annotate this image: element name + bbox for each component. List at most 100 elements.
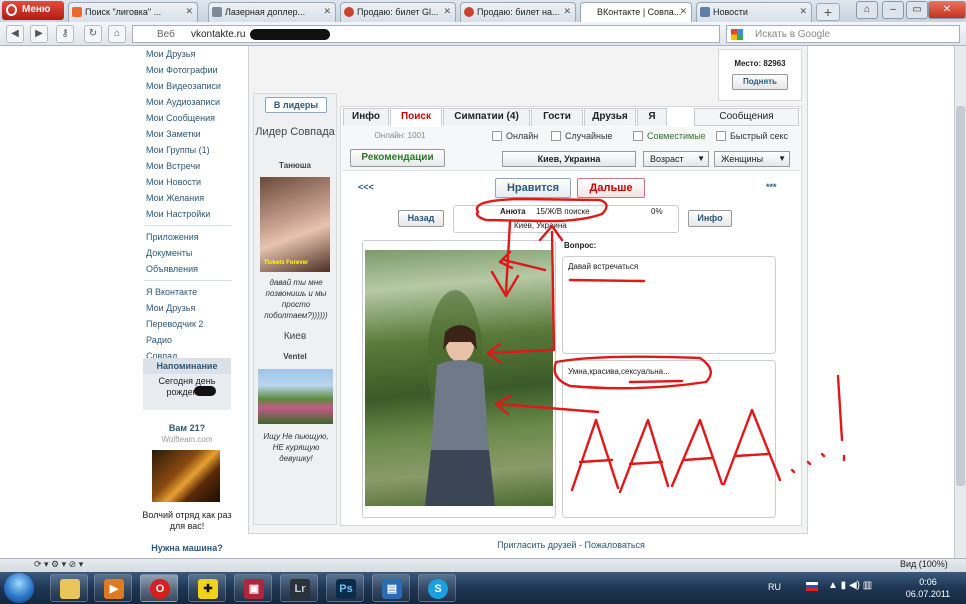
nav-my-groups[interactable]: Мои Группы (1) <box>140 142 232 158</box>
tab-news[interactable]: Новости ✕ <box>696 2 812 22</box>
close-tab-icon[interactable]: ✕ <box>443 6 451 17</box>
taskbar-skype[interactable]: S <box>418 574 456 602</box>
tab-ticket-2[interactable]: Продаю: билет на... ✕ <box>460 2 576 22</box>
nav-translator[interactable]: Переводчик 2 <box>140 316 232 332</box>
tab-friends[interactable]: Друзья <box>584 108 636 126</box>
next-link[interactable]: *** <box>766 182 777 192</box>
city-select[interactable]: Киев, Украина <box>502 151 636 167</box>
ad-text[interactable]: Волчий отряд как раз для вас! <box>140 510 234 532</box>
tab-info[interactable]: Инфо <box>343 108 389 126</box>
nav-my-events[interactable]: Мои Встречи <box>140 158 232 174</box>
taskbar-save-app[interactable]: ▣ <box>234 574 272 602</box>
age-select[interactable]: Возраст ▼ <box>643 151 709 167</box>
scrollbar-thumb[interactable] <box>956 106 965 486</box>
like-button[interactable]: Нравится <box>495 178 571 198</box>
tab-sympathies[interactable]: Симпатии (4) <box>443 108 530 126</box>
google-search-input[interactable]: Искать в Google <box>726 25 960 43</box>
nav-my-videos[interactable]: Мои Видеозаписи <box>140 78 232 94</box>
start-button[interactable] <box>4 573 34 603</box>
nav-radio[interactable]: Радио <box>140 332 232 348</box>
ad-image[interactable] <box>152 450 220 502</box>
close-tab-icon[interactable]: ✕ <box>563 6 571 17</box>
new-tab-button[interactable]: + <box>816 3 840 21</box>
nav-me-vkontakte[interactable]: Я Вконтакте <box>140 284 232 300</box>
nav-my-photos[interactable]: Мои Фотографии <box>140 62 232 78</box>
close-tab-icon[interactable]: ✕ <box>679 6 687 17</box>
quick-sex-checkbox[interactable] <box>716 131 726 141</box>
nav-my-notes[interactable]: Мои Заметки <box>140 126 232 142</box>
ad-title[interactable]: Вам 21? <box>143 423 231 433</box>
tab-search-ligovka[interactable]: Поиск "лиговка" ... ✕ <box>68 2 198 22</box>
compatible-checkbox[interactable] <box>633 131 643 141</box>
vertical-scrollbar[interactable] <box>954 46 966 558</box>
to-leaders-button[interactable]: В лидеры <box>265 97 327 113</box>
ad-block[interactable]: Вам 21? Wolfteam.com <box>143 423 231 444</box>
language-indicator[interactable]: RU <box>768 582 781 592</box>
tab-me[interactable]: Я <box>637 108 667 126</box>
home-icon[interactable]: ⌂ <box>108 25 126 43</box>
opera-menu-button[interactable]: Меню <box>2 1 64 20</box>
nav-my-messages[interactable]: Мои Сообщения <box>140 110 232 126</box>
report-link[interactable]: Пожаловаться <box>585 540 645 550</box>
raise-button[interactable]: Поднять <box>732 74 788 90</box>
taskbar-lightroom[interactable]: Lr <box>280 574 318 602</box>
info-button[interactable]: Инфо <box>688 210 732 227</box>
taskbar-app-yellow[interactable]: ✚ <box>188 574 226 602</box>
key-icon[interactable]: ⚷ <box>56 25 74 43</box>
profile-name[interactable]: Анюта <box>500 207 526 216</box>
back-arrow-icon[interactable]: ◀ <box>6 25 24 43</box>
prev-link[interactable]: <<< <box>358 182 374 192</box>
taskbar-photoshop[interactable]: Ps <box>326 574 364 602</box>
gender-select[interactable]: Женщины ▼ <box>714 151 790 167</box>
random-checkbox[interactable] <box>551 131 561 141</box>
nav-ads[interactable]: Объявления <box>140 261 232 277</box>
taskbar-opera[interactable]: O <box>140 574 178 602</box>
nav-apps[interactable]: Приложения <box>140 229 232 245</box>
need-car-ad-title[interactable]: Нужна машина? <box>140 543 234 553</box>
tab-ticket-1[interactable]: Продаю: билет Gl... ✕ <box>340 2 456 22</box>
recommendations-button[interactable]: Рекомендации <box>350 149 445 167</box>
tab-vkontakte[interactable]: ВКонтакте | Совпа... ✕ <box>580 2 692 22</box>
url-field[interactable]: Веб vkontakte.ru <box>132 25 720 43</box>
invite-friends-link[interactable]: Пригласить друзей <box>497 540 576 550</box>
user-name[interactable]: Ventel <box>255 352 335 361</box>
nav-my-friends[interactable]: Мои Друзья <box>140 46 232 62</box>
close-tab-icon[interactable]: ✕ <box>799 6 807 17</box>
user-photo[interactable] <box>258 369 333 424</box>
taskbar-media-player[interactable]: ▶ <box>94 574 132 602</box>
system-clock[interactable]: 0:06 06.07.2011 <box>900 576 956 600</box>
messages-button[interactable]: Сообщения <box>694 108 799 126</box>
photo-caption: Tickets Forever <box>264 260 309 266</box>
reload-icon[interactable]: ↻ <box>84 25 102 43</box>
leader-photo[interactable]: Tickets Forever <box>260 177 330 272</box>
tab-search[interactable]: Поиск <box>390 108 442 126</box>
online-checkbox[interactable] <box>492 131 502 141</box>
back-button[interactable]: Назад <box>398 210 444 227</box>
tab-list-button[interactable]: ⌂ <box>856 1 878 19</box>
close-tab-icon[interactable]: ✕ <box>185 6 193 17</box>
taskbar-explorer[interactable] <box>50 574 88 602</box>
forward-arrow-icon[interactable]: ▶ <box>30 25 48 43</box>
nav-my-news[interactable]: Мои Новости <box>140 174 232 190</box>
tab-guests[interactable]: Гости <box>531 108 583 126</box>
tray-icons[interactable]: ▲ ▮ ◀) ▥ <box>828 580 872 591</box>
nav-my-friends-2[interactable]: Мои Друзья <box>140 300 232 316</box>
nav-my-settings[interactable]: Мои Настройки <box>140 206 232 222</box>
next-button[interactable]: Дальше <box>577 178 645 198</box>
close-tab-icon[interactable]: ✕ <box>323 6 331 17</box>
reminder-text[interactable]: Сегодня день рождения <box>143 374 231 398</box>
zoom-level[interactable]: Вид (100%) <box>900 559 948 569</box>
answer-text: Давай встречаться <box>568 262 639 271</box>
russian-flag-icon[interactable] <box>806 582 818 591</box>
nav-documents[interactable]: Документы <box>140 245 232 261</box>
minimize-button[interactable]: – <box>882 1 904 19</box>
close-window-button[interactable]: ✕ <box>928 1 966 19</box>
maximize-button[interactable]: ▭ <box>906 1 928 19</box>
profile-photo[interactable] <box>365 250 553 506</box>
tab-laser-doppler[interactable]: Лазерная доплер... ✕ <box>208 2 336 22</box>
nav-my-audio[interactable]: Мои Аудиозаписи <box>140 94 232 110</box>
status-icons[interactable]: ⟳ ▾ ⚙ ▾ ⊘ ▾ <box>34 559 83 570</box>
nav-my-wishes[interactable]: Мои Желания <box>140 190 232 206</box>
taskbar-app-blue[interactable]: ▤ <box>372 574 410 602</box>
leader-name[interactable]: Танюша <box>255 161 335 170</box>
